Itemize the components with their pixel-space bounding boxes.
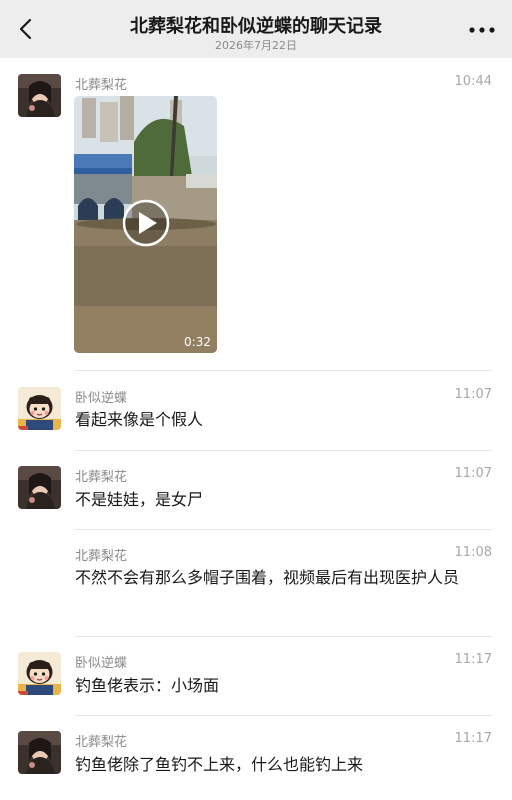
play-icon[interactable] bbox=[74, 96, 217, 353]
avatar-woman-icon bbox=[18, 731, 61, 774]
avatar[interactable] bbox=[18, 466, 61, 509]
sender-name: 北葬梨花 bbox=[75, 735, 128, 750]
avatar-woman-icon bbox=[18, 74, 61, 117]
chat-history-header: 北葬梨花和卧似逆蝶的聊天记录 2026年7月22日 bbox=[0, 0, 512, 58]
message-text: 钓鱼佬表示：小场面 bbox=[75, 676, 220, 695]
message-text: 不然不会有那么多帽子围着，视频最后有出现医护人员 bbox=[75, 568, 460, 587]
message-time: 11:17 bbox=[454, 731, 492, 746]
chevron-left-icon[interactable] bbox=[14, 16, 40, 42]
avatar[interactable] bbox=[18, 387, 61, 430]
more-dots-icon[interactable] bbox=[468, 22, 496, 38]
divider bbox=[75, 529, 492, 530]
sender-name: 北葬梨花 bbox=[75, 549, 128, 564]
message-time: 11:07 bbox=[454, 387, 492, 402]
sender-name: 卧似逆蝶 bbox=[75, 656, 128, 671]
video-message[interactable]: 0:32 bbox=[74, 96, 217, 353]
divider bbox=[75, 450, 492, 451]
message-time: 10:44 bbox=[454, 74, 492, 89]
message-time: 11:17 bbox=[454, 652, 492, 667]
message-time: 11:07 bbox=[454, 466, 492, 481]
avatar-cartoon-girl-icon bbox=[18, 652, 61, 695]
chat-date: 2026年7月22日 bbox=[215, 39, 297, 52]
divider bbox=[75, 636, 492, 637]
avatar[interactable] bbox=[18, 74, 61, 117]
video-duration: 0:32 bbox=[184, 335, 211, 349]
avatar[interactable] bbox=[18, 731, 61, 774]
sender-name: 卧似逆蝶 bbox=[75, 391, 128, 406]
message-time: 11:08 bbox=[454, 545, 492, 560]
sender-name: 北葬梨花 bbox=[75, 470, 128, 485]
page-title: 北葬梨花和卧似逆蝶的聊天记录 bbox=[130, 16, 382, 37]
divider bbox=[75, 370, 492, 371]
sender-name: 北葬梨花 bbox=[75, 78, 128, 93]
avatar-woman-icon bbox=[18, 466, 61, 509]
divider bbox=[75, 715, 492, 716]
message-text: 不是娃娃，是女尸 bbox=[75, 490, 204, 509]
avatar[interactable] bbox=[18, 652, 61, 695]
message-text: 钓鱼佬除了鱼钓不上来，什么也能钓上来 bbox=[75, 755, 364, 774]
message-text: 看起来像是个假人 bbox=[75, 410, 204, 429]
avatar-cartoon-girl-icon bbox=[18, 387, 61, 430]
